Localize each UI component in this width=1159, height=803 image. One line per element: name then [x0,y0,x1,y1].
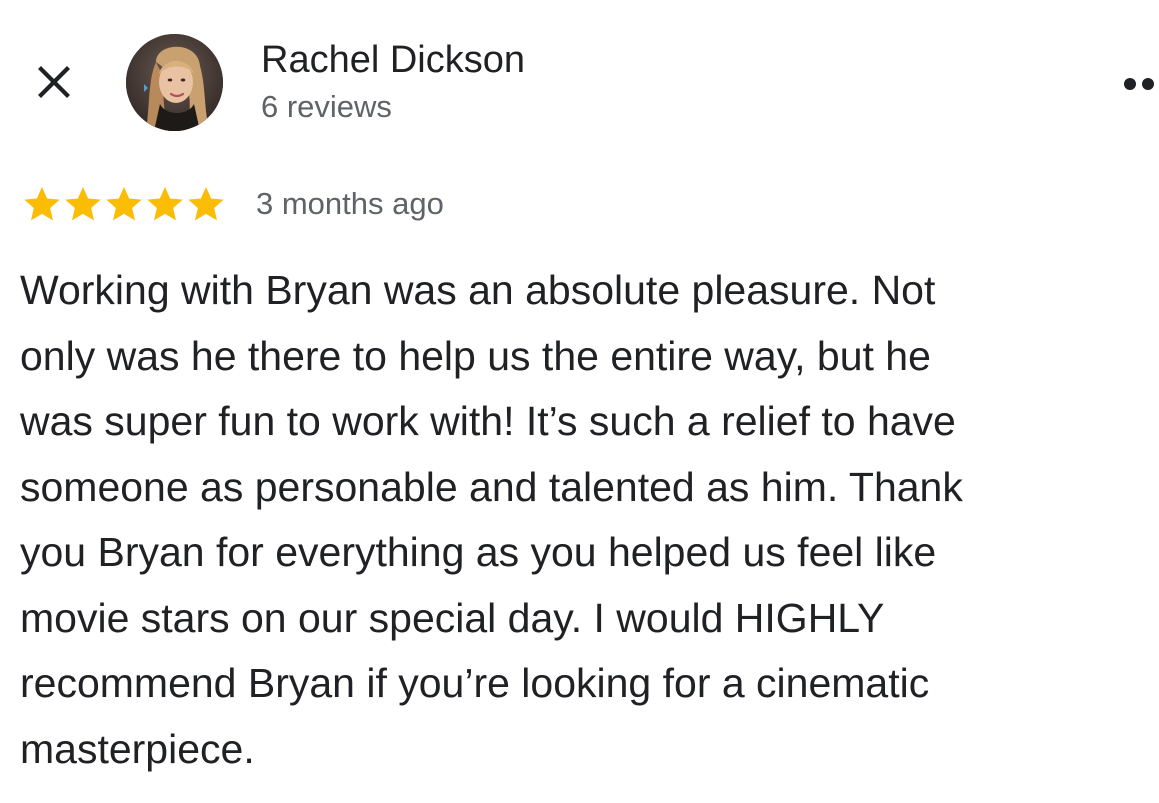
more-options-button[interactable] [1118,70,1159,98]
review-text-line: movie stars on our special day. I would … [20,594,885,641]
review-text: Working with Bryan was an absolute pleas… [20,258,1150,782]
review-text-line: was super fun to work with! It’s such a … [20,398,956,444]
star-icon [104,184,144,224]
close-button[interactable] [30,60,78,108]
star-icon [186,184,226,224]
star-icon [63,184,103,224]
review-text-line: only was he there to help us the entire … [20,332,931,379]
more-options-icon-dot [1142,78,1154,90]
star-icon [22,184,62,224]
avatar[interactable] [126,34,223,131]
review-date: 3 months ago [256,186,444,221]
star-icon [145,184,185,224]
more-options-icon [1124,78,1136,90]
review-text-line: masterpiece. [20,725,255,772]
rating-row: 3 months ago [22,180,444,228]
star-rating [22,184,226,224]
review-text-line: you Bryan for everything as you helped u… [20,529,937,575]
review-text-line: Working with Bryan was an absolute pleas… [20,267,936,313]
review-text-line: someone as personable and talented as hi… [20,463,963,510]
review-text-line: recommend Bryan if you’re looking for a … [20,660,930,706]
reviewer-name[interactable]: Rachel Dickson [261,38,525,82]
close-icon [32,60,76,109]
reviewer-review-count[interactable]: 6 reviews [261,88,392,126]
